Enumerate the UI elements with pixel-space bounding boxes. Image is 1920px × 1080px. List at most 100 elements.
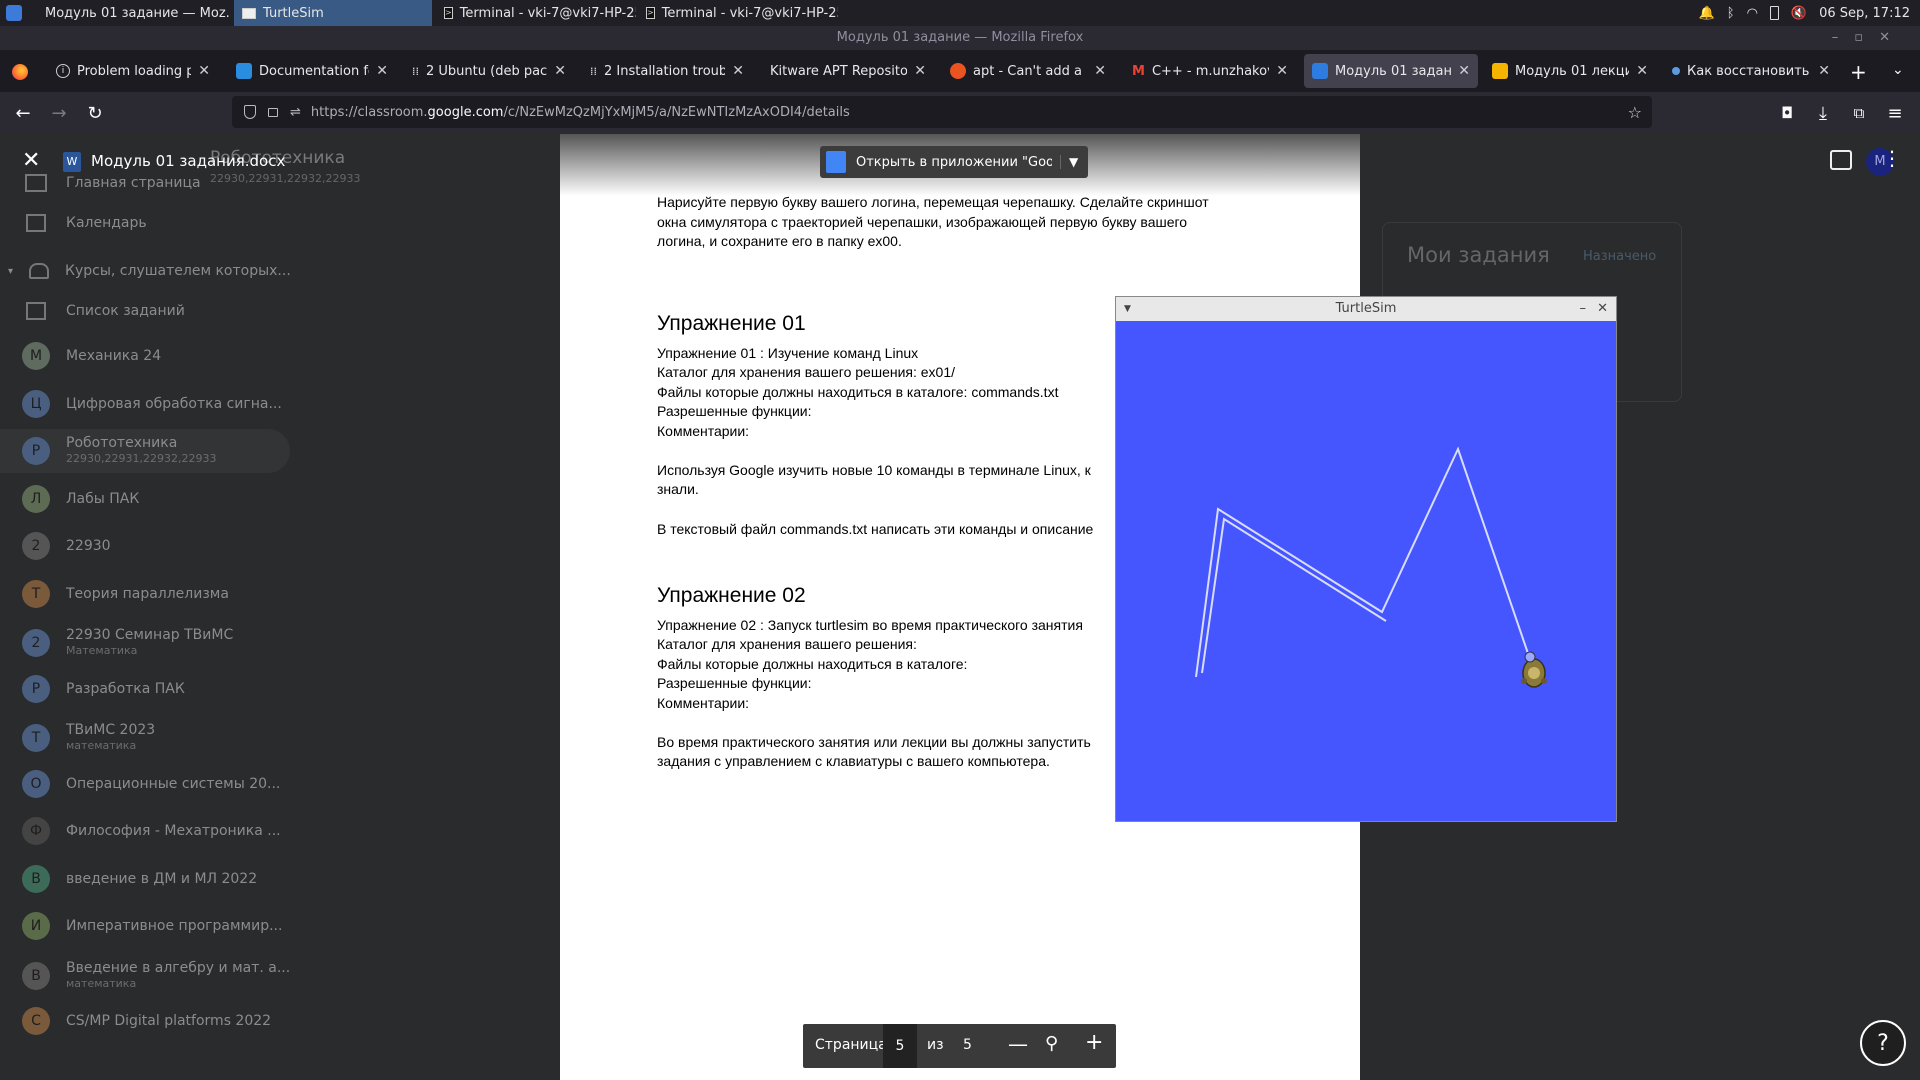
firefox-view-icon[interactable] [12, 64, 28, 80]
forward-icon[interactable]: → [46, 100, 72, 126]
zoom-icon[interactable]: ⚲ [1045, 1033, 1058, 1054]
url-domain: google.com [427, 104, 504, 120]
zoom-in-icon[interactable]: + [1085, 1030, 1103, 1055]
close-tab-icon[interactable]: ✕ [732, 63, 744, 79]
sidebar-item-course[interactable]: Л Лабы ПАК [22, 484, 140, 513]
sidebar-item-course[interactable]: Т ТВиМС 2023 математика [22, 722, 155, 754]
sidebar-item-label: Лабы ПАК [66, 490, 140, 507]
ex01-line: Файлы которые должны находиться в катало… [657, 384, 1059, 400]
close-tab-icon[interactable]: ✕ [1818, 63, 1830, 79]
sidebar-item-course[interactable]: Р Разработка ПАК [22, 674, 185, 703]
close-tab-icon[interactable]: ✕ [1276, 63, 1288, 79]
calendar-icon [26, 214, 46, 232]
close-tab-icon[interactable]: ✕ [554, 63, 566, 79]
sidebar-item-course[interactable]: Ц Цифровая обработка сигна... [22, 389, 282, 418]
turtlesim-titlebar[interactable]: ▼ TurtleSim – ✕ [1116, 297, 1616, 321]
course-text: ТВиМС 2023 математика [66, 722, 155, 754]
more-options-icon[interactable]: ⋮ [1882, 146, 1902, 170]
tab-gmail[interactable]: M C++ - m.unzhakov@g ✕ [1124, 54, 1296, 88]
taskbar-item-turtlesim[interactable]: TurtleSim [234, 0, 432, 26]
sidebar-item-course[interactable]: М Механика 24 [22, 342, 161, 370]
sidebar-item-label: Цифровая обработка сигна... [66, 395, 282, 412]
chevron-down-icon[interactable]: ▼ [1060, 155, 1078, 169]
turtle-canvas [1195, 446, 1547, 688]
volume-icon[interactable]: 🔇 [1791, 6, 1807, 21]
pocket-icon[interactable]: ◘ [1774, 100, 1800, 126]
tab-list-icon[interactable]: ⌄ [1892, 62, 1904, 78]
course-avatar: Т [22, 724, 50, 752]
sidebar-item-course[interactable]: Т Теория параллелизма [22, 579, 229, 608]
tab-installation[interactable]: ⁞⁞ 2 Installation troublesh ✕ [582, 54, 752, 88]
sidebar-item-todo[interactable]: Список заданий [22, 302, 185, 320]
taskbar-item-firefox[interactable]: Модуль 01 задание — Moz... [30, 0, 230, 26]
tab-strip: i Problem loading page ✕ Documentation fo… [0, 50, 1920, 92]
classroom-icon [1312, 63, 1328, 79]
tab-module-assignment[interactable]: Модуль 01 задание ✕ [1304, 54, 1478, 88]
sidebar-item-course[interactable]: 2 22930 Семинар ТВиМС Математика [22, 627, 233, 659]
tab-problem-loading[interactable]: i Problem loading page ✕ [48, 54, 218, 88]
sidebar-item-course[interactable]: C CS/MP Digital platforms 2022 [22, 1007, 271, 1035]
ex01-line: Упражнение 01 : Изучение команд Linux [657, 345, 919, 361]
bluetooth-icon[interactable]: ᛒ [1727, 6, 1735, 21]
url-text[interactable]: https://classroom.google.com/c/NzEwMzQzM… [311, 105, 850, 120]
close-tab-icon[interactable]: ✕ [914, 63, 926, 79]
close-viewer-icon[interactable]: ✕ [22, 148, 40, 173]
lock-icon[interactable] [268, 107, 278, 117]
bell-icon[interactable]: 🔔 [1699, 6, 1715, 21]
tab-documentation[interactable]: Documentation for Vi ✕ [228, 54, 396, 88]
close-tab-icon[interactable]: ✕ [1458, 63, 1470, 79]
taskbar-item-label: Terminal - vki-7@vki7-HP-25... [459, 5, 636, 21]
menu-icon[interactable]: ≡ [1882, 100, 1908, 126]
zoom-out-icon[interactable]: — [1008, 1032, 1028, 1056]
close-tab-icon[interactable]: ✕ [1636, 63, 1648, 79]
bookmark-star-icon[interactable]: ☆ [1628, 103, 1642, 122]
close-tab-icon[interactable]: ✕ [1094, 63, 1106, 79]
url-bar[interactable]: ⇌ https://classroom.google.com/c/NzEwMzQ… [232, 96, 1652, 128]
terminal-icon: > [444, 7, 453, 19]
window-menu-icon[interactable]: ▼ [1124, 297, 1131, 321]
close-tab-icon[interactable]: ✕ [376, 63, 388, 79]
sidebar-item-course[interactable]: 2 22930 [22, 532, 111, 560]
ex01-paragraph: Используя Google изучить новые 10 команд… [657, 462, 1091, 478]
tab-label: 2 Installation troublesh [604, 63, 726, 79]
people-icon [29, 263, 50, 279]
tab-ubuntu-deb[interactable]: ⁞⁞ 2 Ubuntu (deb package ✕ [404, 54, 574, 88]
new-tab-icon[interactable]: + [1850, 60, 1867, 84]
sidebar-item-course[interactable]: И Императивное программир... [22, 912, 282, 940]
sidebar-item-course[interactable]: Ф Философия - Мехатроника ... [22, 817, 281, 845]
turtle-trajectory [1195, 446, 1535, 678]
taskbar-item-terminal-1[interactable]: > Terminal - vki-7@vki7-HP-25... [436, 0, 636, 26]
print-icon[interactable] [1830, 150, 1852, 170]
tab-restore[interactable]: Как восстановить ст ✕ [1664, 54, 1838, 88]
site-icon [1672, 67, 1680, 75]
sidebar-item-course[interactable]: Ввведение в ДМ и МЛ 2022 [22, 864, 257, 893]
shield-icon[interactable] [244, 105, 256, 119]
page-controls: Страница 5 из 5 — ⚲ + [803, 1024, 1116, 1068]
open-in-app-button[interactable]: Открыть в приложении "Googl... ▼ [820, 146, 1088, 178]
minimize-icon[interactable]: – [1580, 297, 1587, 321]
sidebar-item-course[interactable]: В Введение в алгебру и мат. а... математик… [22, 960, 290, 992]
downloads-icon[interactable]: ⤓ [1810, 100, 1836, 126]
close-icon[interactable]: ✕ [1597, 297, 1608, 321]
clock[interactable]: 06 Sep, 17:12 [1819, 6, 1910, 21]
tab-module-lecture[interactable]: Модуль 01 лекция - G ✕ [1484, 54, 1656, 88]
close-tab-icon[interactable]: ✕ [198, 63, 210, 79]
reload-icon[interactable]: ↻ [82, 100, 108, 126]
back-icon[interactable]: ← [10, 100, 36, 126]
app-menu-icon[interactable] [6, 5, 22, 21]
sidebar-item-enrolled[interactable]: ▾ Курсы, слушателем которых... [8, 263, 291, 279]
help-button[interactable]: ? [1860, 1020, 1906, 1066]
current-page-input[interactable]: 5 [883, 1024, 917, 1068]
permissions-icon[interactable]: ⇌ [290, 105, 301, 120]
sidebar-item-calendar[interactable]: Календарь [22, 214, 147, 232]
ex02-line: Разрешенные функции: [657, 675, 812, 691]
tab-askubuntu[interactable]: apt - Can't add a Publ ✕ [942, 54, 1114, 88]
sidebar-item-label: Императивное программир... [66, 918, 283, 934]
battery-icon[interactable] [1769, 6, 1779, 20]
wifi-icon[interactable]: ◠ [1747, 6, 1758, 21]
extensions-icon[interactable]: ⧉ [1846, 100, 1872, 126]
sidebar-item-course[interactable]: Р Робототехника 22930,22931,22932,22933 [0, 429, 290, 473]
taskbar-item-terminal-2[interactable]: > Terminal - vki-7@vki7-HP-25... [638, 0, 838, 26]
sidebar-item-course[interactable]: О Операционные системы 20... [22, 769, 280, 798]
tab-kitware[interactable]: Kitware APT Repository ✕ [762, 54, 934, 88]
